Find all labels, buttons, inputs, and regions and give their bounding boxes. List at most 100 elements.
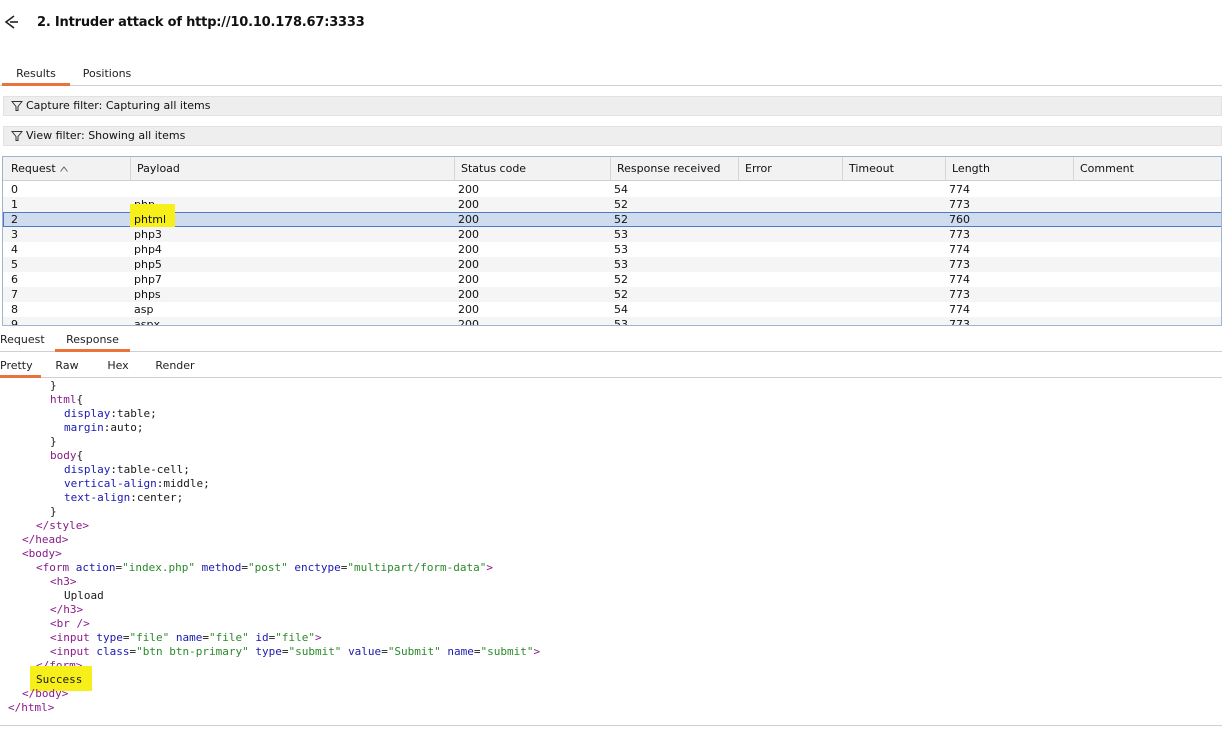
tab-request[interactable]: Request xyxy=(0,330,45,352)
filter-icon xyxy=(11,101,23,111)
column-header-status-code[interactable]: Status code xyxy=(455,157,611,181)
code-token: vertical-align xyxy=(64,477,157,490)
tab-hex[interactable]: Hex xyxy=(101,356,135,378)
tab-render[interactable]: Render xyxy=(151,356,199,378)
code-line: <input type="file" name="file" id="file"… xyxy=(50,631,322,645)
code-token: :center; xyxy=(130,491,184,504)
code-line: margin:auto; xyxy=(64,421,144,435)
code-token: "btn btn-primary" xyxy=(136,645,249,658)
capture-filter-label: Capture filter: Capturing all items xyxy=(26,99,211,112)
code-line: display:table; xyxy=(64,407,157,421)
code-line: text-align:center; xyxy=(64,491,183,505)
table-header: Request Payload Status code Response rec… xyxy=(3,157,1221,181)
table-row[interactable]: 5 php5 200 53 773 xyxy=(3,257,1221,272)
cell-request: 2 xyxy=(11,213,18,226)
code-token: display xyxy=(64,407,111,420)
cell-status-code: 200 xyxy=(458,213,479,226)
table-row[interactable]: 0 200 54 774 xyxy=(3,182,1221,197)
code-token: value xyxy=(348,645,382,658)
column-header-timeout[interactable]: Timeout xyxy=(843,157,946,181)
results-table: Request Payload Status code Response rec… xyxy=(2,156,1222,326)
view-mode-tabs: Pretty Raw Hex Render xyxy=(0,356,1222,378)
cell-request: 6 xyxy=(11,273,18,286)
cell-payload: phtml xyxy=(134,213,167,226)
code-token: "Submit" xyxy=(387,645,441,658)
cell-request: 9 xyxy=(11,318,18,326)
message-tabs: Request Response xyxy=(0,330,1222,352)
tab-results[interactable]: Results xyxy=(2,64,70,86)
table-row[interactable]: 1php20052773 xyxy=(3,197,1221,212)
tab-pretty[interactable]: Pretty xyxy=(0,356,41,378)
capture-filter-bar[interactable]: Capture filter: Capturing all items xyxy=(3,96,1222,116)
code-token: > xyxy=(533,645,541,658)
code-token: } xyxy=(50,379,57,392)
table-row[interactable]: 4 php4 200 53 774 xyxy=(3,242,1221,257)
code-token: </head> xyxy=(22,533,69,546)
filter-icon xyxy=(11,131,23,141)
cell-status-code: 200 xyxy=(458,288,479,301)
code-line: } xyxy=(50,435,57,449)
tab-response[interactable]: Response xyxy=(55,330,130,352)
cell-length: 773 xyxy=(949,288,970,301)
column-header-length[interactable]: Length xyxy=(946,157,1074,181)
view-filter-bar[interactable]: View filter: Showing all items xyxy=(3,126,1222,146)
code-line: <body> xyxy=(22,547,62,561)
cell-response-received: 53 xyxy=(614,243,628,256)
cell-status-code: 200 xyxy=(458,228,479,241)
code-token: <br /> xyxy=(50,617,90,630)
code-token: :table; xyxy=(110,407,157,420)
code-line: <h3> xyxy=(50,575,77,589)
cell-request: 1 xyxy=(11,198,18,211)
table-row[interactable]: 9 aspx 200 53 773 xyxy=(3,317,1221,326)
cell-length: 773 xyxy=(949,318,970,326)
cell-length: 774 xyxy=(949,303,970,316)
cell-length: 773 xyxy=(949,258,970,271)
code-token: :middle; xyxy=(156,477,210,490)
code-token: name xyxy=(447,645,474,658)
code-line: </body> xyxy=(22,687,68,701)
tab-positions[interactable]: Positions xyxy=(76,64,138,86)
code-line: </style> xyxy=(36,519,89,533)
view-filter-label: View filter: Showing all items xyxy=(26,129,186,142)
code-token: "file" xyxy=(208,631,249,644)
code-line: vertical-align:middle; xyxy=(64,477,210,491)
cell-length: 773 xyxy=(949,198,970,211)
code-token: } xyxy=(50,435,57,448)
table-row[interactable]: 3 php3 200 53 773 xyxy=(3,227,1221,242)
column-header-comment[interactable]: Comment xyxy=(1074,157,1221,181)
column-header-payload[interactable]: Payload xyxy=(131,157,455,181)
table-row[interactable]: 8 asp 200 54 774 xyxy=(3,302,1221,317)
code-token: action xyxy=(75,561,116,574)
code-token: "file" xyxy=(275,631,315,644)
table-row[interactable]: 2 phtml 200 52 760 xyxy=(3,204,1221,227)
column-header-error[interactable]: Error xyxy=(739,157,843,181)
page-title: 2. Intruder attack of http://10.10.178.6… xyxy=(37,15,365,30)
code-token: <form xyxy=(36,561,76,574)
table-row[interactable]: 6 php7 200 52 774 xyxy=(3,272,1221,287)
code-token: enctype xyxy=(294,561,341,574)
code-line: html{ xyxy=(50,393,83,407)
cell-length: 774 xyxy=(949,183,970,196)
code-token: margin xyxy=(64,421,104,434)
back-arrow-icon[interactable] xyxy=(3,14,19,30)
response-code-view[interactable]: } html{display:table; margin:auto;} body{di… xyxy=(0,379,1222,725)
tab-raw[interactable]: Raw xyxy=(50,356,84,378)
column-header-response-received[interactable]: Response received xyxy=(611,157,739,181)
cell-request: 0 xyxy=(11,183,18,196)
column-header-request[interactable]: Request xyxy=(5,157,131,181)
code-line: </h3> xyxy=(50,603,83,617)
code-line: Success xyxy=(36,673,82,687)
table-row[interactable]: 7 phps 200 52 773 xyxy=(3,287,1221,302)
cell-status-code: 200 xyxy=(458,318,479,326)
cell-payload: php5 xyxy=(134,258,162,271)
code-line: display:table-cell; xyxy=(64,463,190,477)
title-bar: 2. Intruder attack of http://10.10.178.6… xyxy=(0,0,1222,46)
cell-status-code: 200 xyxy=(458,273,479,286)
code-line: body{ xyxy=(50,449,83,463)
code-token: body xyxy=(50,449,77,462)
cell-status-code: 200 xyxy=(458,243,479,256)
cell-response-received: 52 xyxy=(614,213,628,226)
code-token: </html> xyxy=(8,701,55,714)
code-line: } xyxy=(50,379,57,393)
